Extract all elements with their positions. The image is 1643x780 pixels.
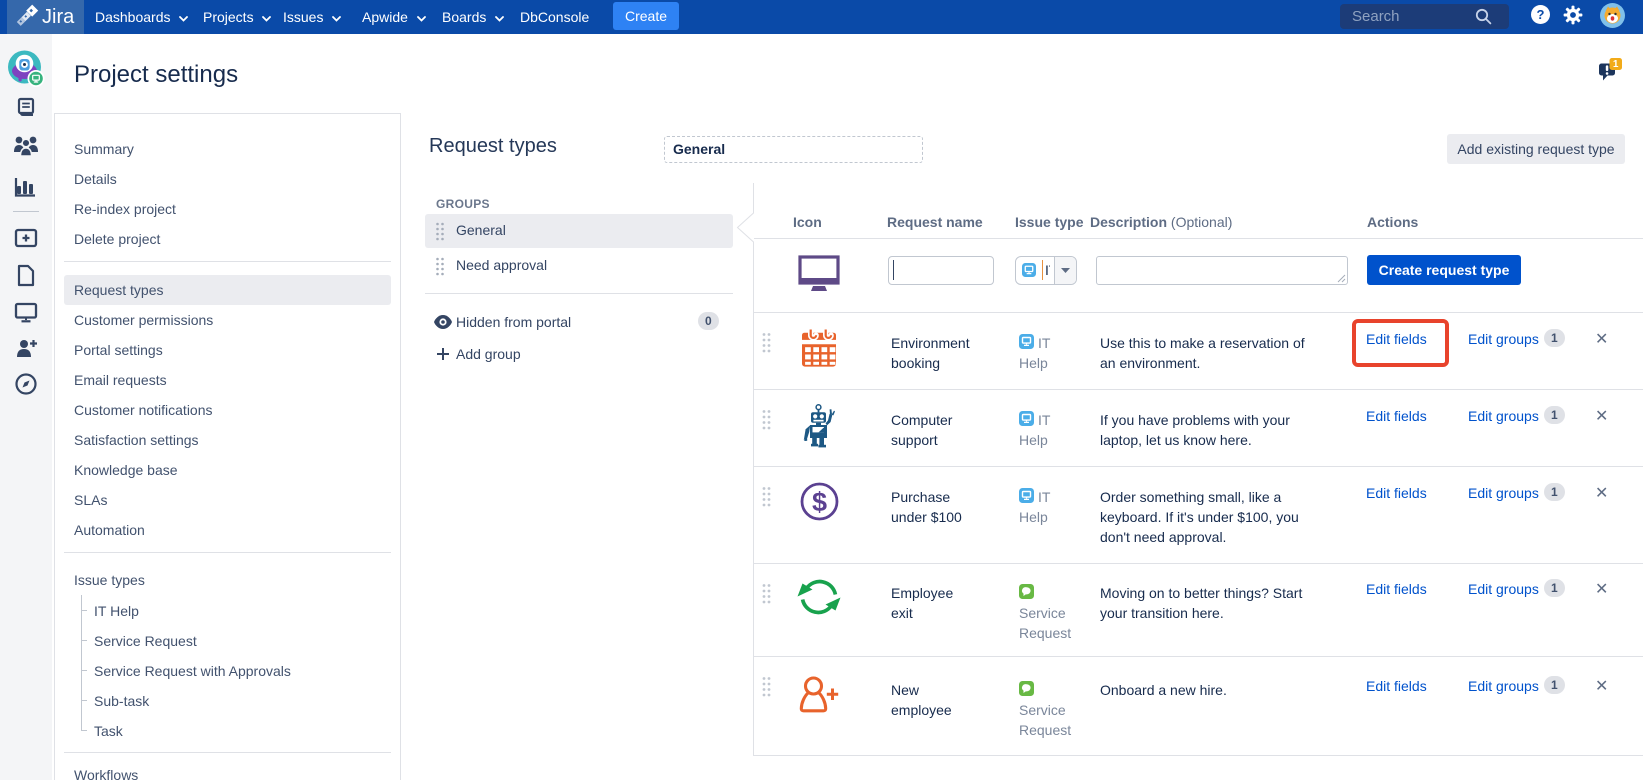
svg-text:1: 1 [1613, 59, 1619, 70]
svg-text:?: ? [1537, 7, 1545, 22]
svg-text:$: $ [812, 487, 827, 517]
